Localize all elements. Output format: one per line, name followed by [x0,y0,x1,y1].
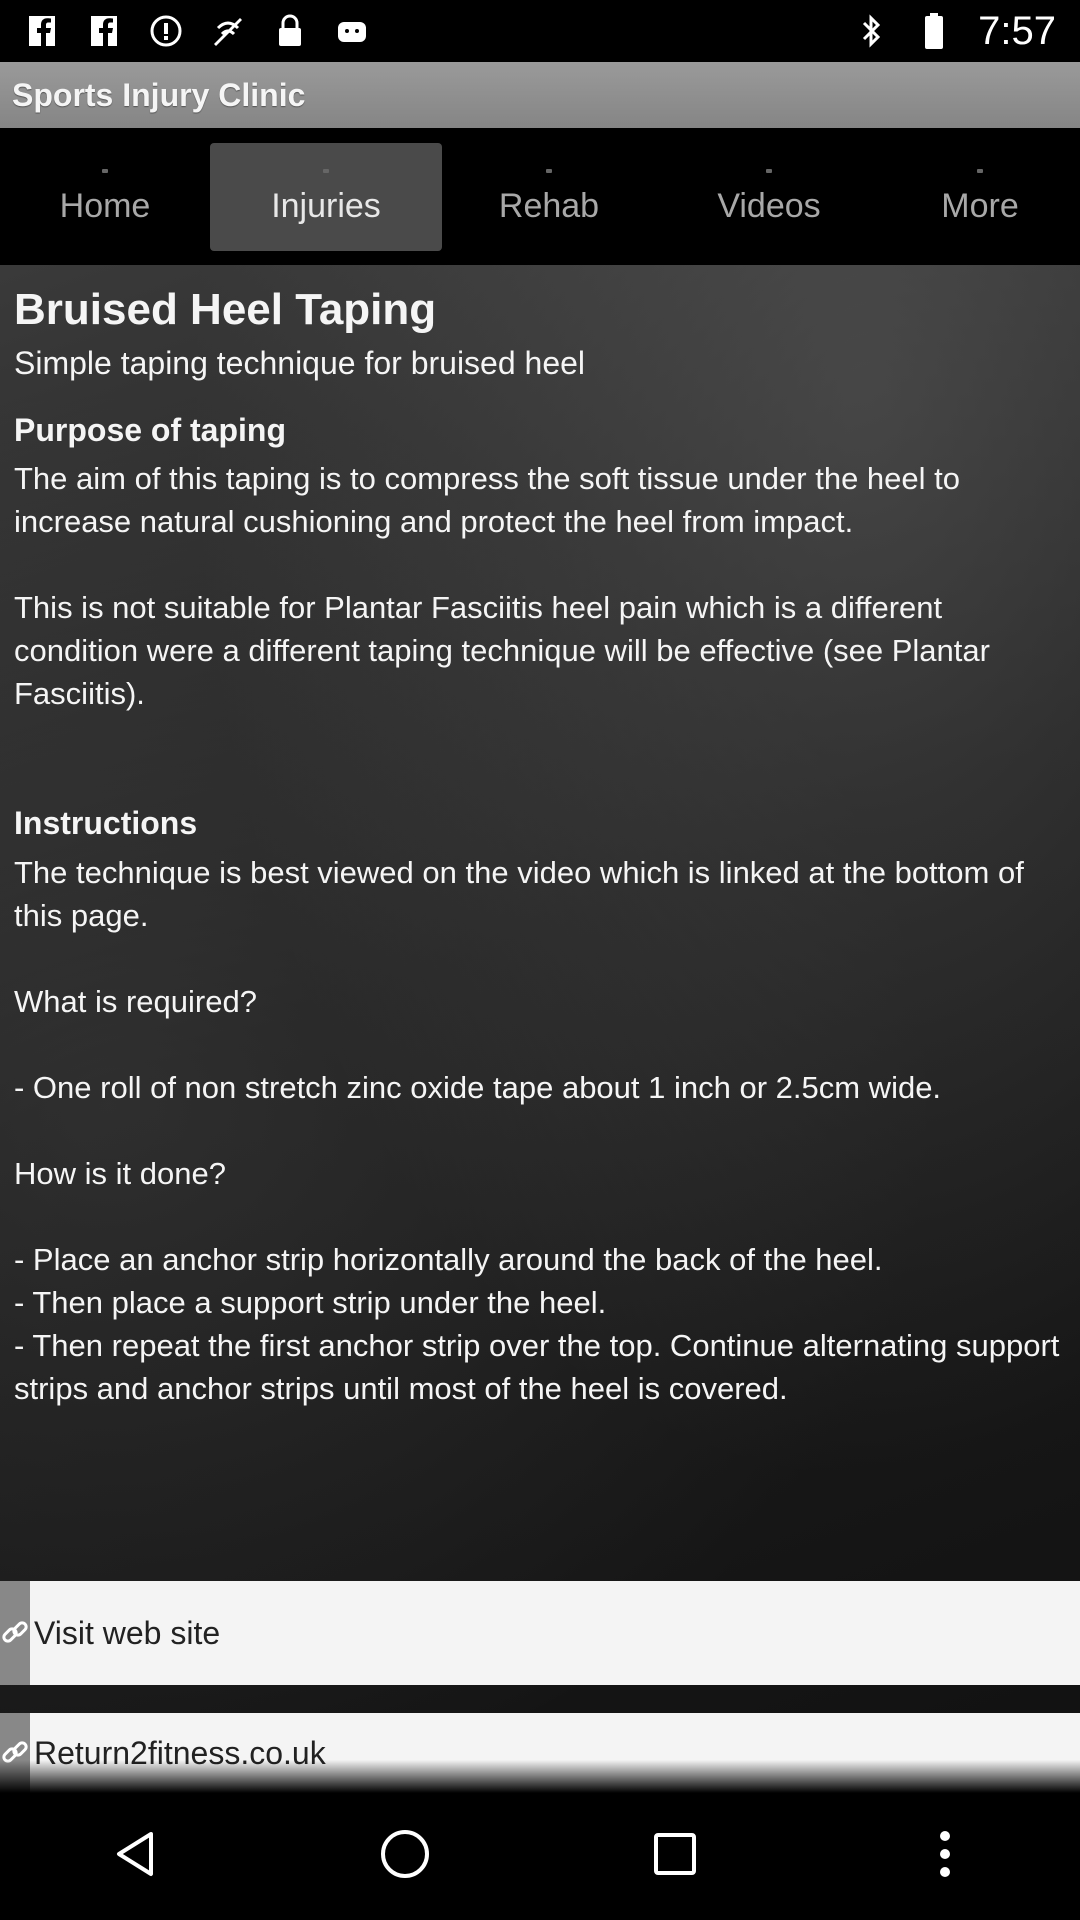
instructions-heading: Instructions [14,805,198,841]
tab-home[interactable]: Home [0,143,221,251]
tab-label: Videos [717,186,821,225]
app-title: Sports Injury Clinic [12,76,306,113]
scroll-fade [0,1760,1080,1793]
lock-icon [272,13,308,49]
purpose-heading: Purpose of taping [14,412,286,448]
recents-button[interactable] [615,1807,735,1907]
tab-indicator-icon [977,168,983,173]
tab-indicator-icon [102,168,108,173]
tab-indicator-icon [546,168,552,173]
tab-label: Injuries [271,186,381,225]
tab-injuries[interactable]: Injuries [210,143,442,251]
page-subtitle: Simple taping technique for bruised heel [14,345,586,381]
alert-icon [148,13,184,49]
navigation-bar [0,1793,1080,1920]
no-signal-icon [210,13,246,49]
visit-website-link[interactable]: Visit web site [0,1581,1080,1685]
status-right-icons: 7:57 [830,9,1080,54]
back-icon [107,1826,163,1887]
page-title: Bruised Heel Taping [14,285,437,334]
title-bar: Sports Injury Clinic [0,62,1080,128]
back-button[interactable] [75,1807,195,1907]
facebook-icon [24,13,60,49]
tab-label: Rehab [498,186,600,225]
home-button[interactable] [345,1807,465,1907]
tab-rehab[interactable]: Rehab [433,143,665,251]
status-left-icons [0,13,394,49]
android-icon [334,13,370,49]
tab-label: Home [59,186,151,225]
clock: 7:57 [978,8,1056,53]
tab-indicator-icon [766,168,772,173]
tab-bar: Home Injuries Rehab Videos More [0,128,1080,265]
tab-indicator-icon [323,168,329,173]
article-content[interactable]: Bruised Heel Taping Simple taping techni… [0,265,1080,1793]
battery-icon [916,13,952,49]
tab-videos[interactable]: Videos [653,143,885,251]
purpose-text: The aim of this taping is to compress th… [14,461,990,711]
overflow-menu-icon [935,1826,955,1887]
recents-icon [650,1829,700,1884]
tab-label: More [941,186,1019,225]
facebook-icon [86,13,122,49]
instructions-text: The technique is best viewed on the vide… [14,855,1060,1406]
link-icon [0,1581,30,1685]
link-label: Visit web site [34,1614,221,1651]
home-icon [377,1826,433,1887]
status-bar: 7:57 [0,0,1080,62]
overflow-menu-button[interactable] [885,1807,1005,1907]
bluetooth-icon [854,13,890,49]
tab-more[interactable]: More [864,143,1080,251]
